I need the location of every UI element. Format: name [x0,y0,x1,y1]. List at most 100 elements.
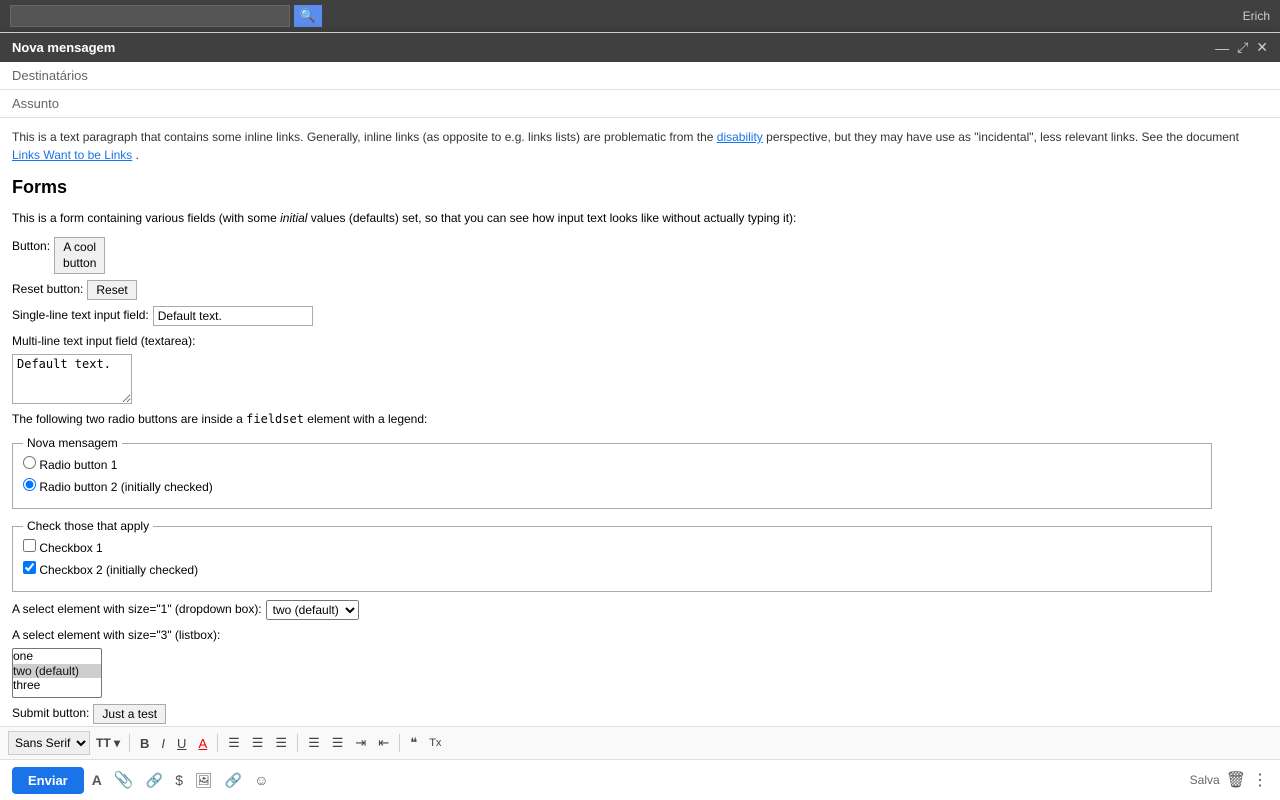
forms-desc: This is a form containing various fields… [12,209,1268,227]
checkbox2-text: Checkbox 2 (initially checked) [39,563,198,577]
radio1-text: Radio button 1 [39,458,117,472]
bottom-toolbar: Enviar A 📎 🔗 $ 🖼 🔗 ☺ Salva 🗑 ⋮ [0,759,1280,800]
format-text-btn[interactable]: A [88,768,106,792]
intro-text-start: This is a text paragraph that contains s… [12,130,713,144]
checkbox-legend: Check those that apply [23,517,153,535]
select-dropdown-row: A select element with size="1" (dropdown… [12,600,1268,620]
align-center-btn[interactable]: ☰ [247,731,269,755]
to-label: Destinatários [12,68,88,83]
radio-desc-end: element with a legend: [304,412,427,426]
emoji-btn[interactable]: ☺ [250,768,272,792]
listbox-opt-three[interactable]: three [13,678,101,692]
checkbox1-text: Checkbox 1 [39,541,102,555]
single-line-input[interactable] [153,306,313,326]
formatting-toolbar: Sans Serif TT ▾ B I U A ☰ ☰ ☰ ☰ ☰ ⇥ ⇤ ❝ … [0,726,1280,759]
radio-fieldset: Nova mensagem Radio button 1 Radio butto… [12,434,1212,509]
multi-line-label: Multi-line text input field (textarea): [12,332,195,350]
intro-text-mid: perspective, but they may have use as "i… [766,130,1239,144]
select-listbox-row: A select element with size="3" (listbox)… [12,626,1268,698]
send-button[interactable]: Enviar [12,767,84,794]
blockquote-btn[interactable]: ❝ [405,731,422,755]
search-input[interactable] [10,5,290,27]
text-size-btn[interactable]: TT ▾ [92,731,124,755]
reset-label: Reset button: [12,280,83,298]
compose-title: Nova mensagem [12,40,115,55]
submit-label: Submit button: [12,704,89,722]
fmt-divider-2 [217,734,218,752]
single-line-row: Single-line text input field: [12,306,1268,326]
unordered-list-btn[interactable]: ☰ [327,731,349,755]
remove-format-btn[interactable]: Tx [424,731,446,755]
save-label: Salva [1190,773,1220,787]
toolbar-right: Salva 🗑 ⋮ [1190,770,1268,790]
delete-button[interactable]: 🗑 [1226,770,1246,790]
submit-button[interactable]: Just a test [93,704,166,724]
toolbar-left: Enviar A 📎 🔗 $ 🖼 🔗 ☺ [12,766,273,794]
cool-button[interactable]: A coolbutton [54,237,105,274]
radio1-label[interactable]: Radio button 1 [23,456,1201,474]
bold-btn[interactable]: B [135,731,154,755]
compose-header: Nova mensagem — ⤢ ✕ [0,33,1280,62]
search-area: 🔍 [10,5,322,27]
intro-link-links[interactable]: Links Want to be Links [12,148,132,162]
radio-desc: The following two radio buttons are insi… [12,410,1268,428]
compose-body[interactable]: This is a text paragraph that contains s… [0,118,1280,726]
button-row: Button: A coolbutton [12,237,1268,274]
image-btn[interactable]: 🖼 [191,768,217,793]
radio2-label[interactable]: Radio button 2 (initially checked) [23,478,1201,496]
checkbox-fieldset: Check those that apply Checkbox 1 Checkb… [12,517,1212,592]
checkbox1-input[interactable] [23,539,36,552]
money-btn[interactable]: $ [171,768,187,792]
single-line-label: Single-line text input field: [12,306,149,324]
reset-row: Reset button: Reset [12,280,1268,300]
button-label: Button: [12,237,50,255]
select-listbox-label: A select element with size="3" (listbox)… [12,626,220,644]
intro-text-end: . [136,148,139,162]
compose-window: Nova mensagem — ⤢ ✕ Destinatários Assunt… [0,32,1280,800]
more-options-button[interactable]: ⋮ [1252,770,1268,790]
fmt-divider-1 [129,734,130,752]
listbox-opt-two[interactable]: two (default) [13,664,101,678]
align-right-btn[interactable]: ☰ [270,731,292,755]
radio-code: fieldset [246,412,304,426]
forms-heading: Forms [12,174,1268,201]
fmt-divider-4 [399,734,400,752]
italic-btn[interactable]: I [156,731,170,755]
link-btn[interactable]: 🔗 [142,768,167,793]
radio2-input[interactable] [23,478,36,491]
radio-legend: Nova mensagem [23,434,122,452]
listbox-opt-one[interactable]: one [13,649,101,663]
minimize-icon[interactable]: — [1215,40,1229,56]
reset-button[interactable]: Reset [87,280,136,300]
checkbox2-label[interactable]: Checkbox 2 (initially checked) [23,561,1201,579]
compose-subject-field[interactable]: Assunto [0,90,1280,118]
user-name: Erich [1243,9,1270,23]
intro-paragraph: This is a text paragraph that contains s… [12,128,1268,164]
search-button[interactable]: 🔍 [294,5,322,27]
ordered-list-btn[interactable]: ☰ [303,731,325,755]
radio1-input[interactable] [23,456,36,469]
font-select[interactable]: Sans Serif [8,731,90,755]
multi-line-row: Multi-line text input field (textarea): … [12,332,1268,404]
link2-btn[interactable]: 🔗 [221,768,246,793]
select-listbox[interactable]: one two (default) three [12,648,102,698]
radio-desc-start: The following two radio buttons are insi… [12,412,246,426]
expand-icon[interactable]: ⤢ [1237,39,1248,56]
indent-btn[interactable]: ⇥ [350,731,371,755]
attach-file-btn[interactable]: 📎 [110,766,138,794]
checkbox1-label[interactable]: Checkbox 1 [23,539,1201,557]
select-dropdown[interactable]: one two (default) three [266,600,359,620]
top-bar: 🔍 Erich [0,0,1280,32]
textarea-input[interactable]: Default text. [12,354,132,404]
close-icon[interactable]: ✕ [1256,39,1268,56]
select-dropdown-label: A select element with size="1" (dropdown… [12,600,262,618]
forms-desc-text: This is a form containing various fields… [12,211,796,225]
compose-to-field[interactable]: Destinatários [0,62,1280,90]
underline-btn[interactable]: U [172,731,191,755]
checkbox2-input[interactable] [23,561,36,574]
outdent-btn[interactable]: ⇤ [373,731,394,755]
intro-link-disability[interactable]: disability [717,130,763,144]
align-left-btn[interactable]: ☰ [223,731,245,755]
subject-label: Assunto [12,96,59,111]
text-color-btn[interactable]: A [193,731,212,755]
